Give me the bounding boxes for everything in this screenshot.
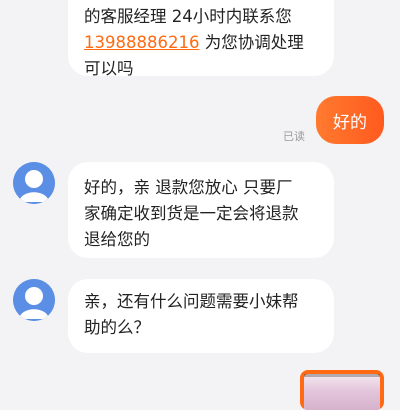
read-status: 已读 xyxy=(283,130,305,143)
message-text-line: 家确定收到货是一定会将退款 xyxy=(84,204,299,223)
agent-avatar[interactable] xyxy=(13,162,55,204)
message-text-line: 退给您的 xyxy=(84,230,150,249)
user-avatar-icon xyxy=(13,279,55,321)
message-text: 好的 xyxy=(333,112,367,133)
message-bubble-outgoing: 好的 xyxy=(316,96,384,144)
message-text-line: 的客服经理 24小时内联系您 xyxy=(84,7,292,26)
message-text-line: 可以吗 xyxy=(84,59,134,78)
message-text-line: 13988886216 为您协调处理 xyxy=(84,30,320,56)
image-thumbnail[interactable] xyxy=(300,370,384,410)
message-text-line: 好的，亲 退款您放心 只要厂 xyxy=(84,178,293,197)
message-text-fragment: 为您协调处理 xyxy=(199,33,304,52)
image-thumbnail-statusbar xyxy=(304,374,380,377)
message-bubble-incoming: 好的，亲 退款您放心 只要厂 家确定收到货是一定会将退款 退给您的 xyxy=(68,162,334,258)
message-bubble-incoming: 的客服经理 24小时内联系您 13988886216 为您协调处理 可以吗 xyxy=(68,0,334,78)
image-thumbnail-preview xyxy=(304,374,380,410)
message-text-line: 助的么？ xyxy=(84,318,150,337)
message-text-line: 亲，还有什么问题需要小妹帮 xyxy=(84,292,299,311)
message-bubble-incoming: 亲，还有什么问题需要小妹帮 助的么？ xyxy=(68,279,334,353)
phone-number-link[interactable]: 13988886216 xyxy=(84,33,199,52)
agent-avatar[interactable] xyxy=(13,279,55,321)
user-avatar-icon xyxy=(13,162,55,204)
